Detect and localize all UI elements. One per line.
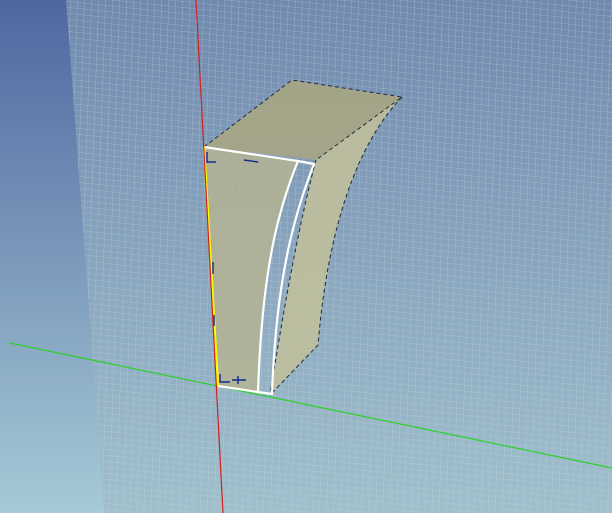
cad-3d-viewport[interactable] xyxy=(0,0,612,513)
scene-canvas[interactable] xyxy=(0,0,612,513)
